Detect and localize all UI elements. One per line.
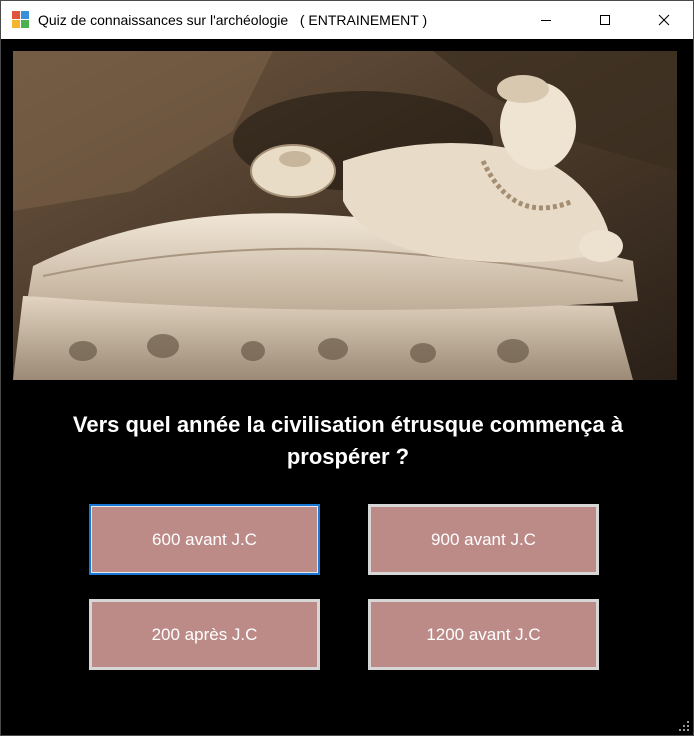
answer-button-4[interactable]: 1200 avant J.C [368, 599, 599, 670]
window-controls [516, 1, 693, 39]
question-text: Vers quel année la civilisation étrusque… [72, 412, 624, 469]
close-button[interactable] [634, 1, 693, 39]
minimize-button[interactable] [516, 1, 575, 39]
window-title: Quiz de connaissances sur l'archéologie … [38, 12, 428, 28]
answer-button-2[interactable]: 900 avant J.C [368, 504, 599, 575]
title-bar[interactable]: Quiz de connaissances sur l'archéologie … [1, 1, 693, 39]
question-image [13, 51, 677, 380]
close-icon [658, 14, 669, 26]
quiz-window: Quiz de connaissances sur l'archéologie … [0, 0, 694, 736]
answer-button-1[interactable]: 600 avant J.C [89, 504, 320, 575]
app-icon [12, 11, 30, 29]
minimize-icon [540, 20, 551, 21]
resize-grip-icon[interactable] [678, 720, 690, 732]
maximize-icon [599, 15, 610, 25]
etruscan-sarcophagus-icon [13, 51, 677, 380]
answer-button-3[interactable]: 200 après J.C [89, 599, 320, 670]
maximize-button[interactable] [575, 1, 634, 39]
